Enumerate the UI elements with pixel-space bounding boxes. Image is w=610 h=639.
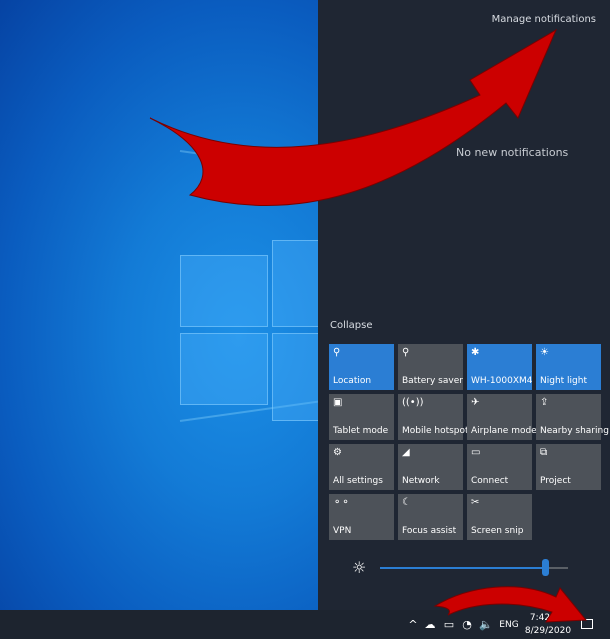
tablet-mode-icon: ▣ [333,397,343,408]
all-settings-icon: ⚙ [333,447,342,458]
tile-night-light[interactable]: ☀ Night light [536,344,601,390]
taskbar-clock[interactable]: 7:42 PM 8/29/2020 [524,612,572,638]
windows-logo-pane [180,333,268,405]
light-beam [179,150,318,175]
tile-screen-snip[interactable]: ✂ Screen snip [467,494,532,540]
manage-notifications-link[interactable]: Manage notifications [492,14,596,25]
brightness-icon: ☼ [352,558,367,577]
tile-network[interactable]: ◢ Network [398,444,463,490]
volume-icon[interactable]: 🔈 [478,610,494,639]
connect-icon: ▭ [471,447,481,458]
battery-icon[interactable]: ▭ [442,610,456,639]
windows-logo-pane [272,240,318,327]
tile-label: Night light [540,376,587,386]
brightness-slider[interactable] [380,559,568,576]
show-hidden-icons[interactable]: ^ [406,610,420,639]
battery-saver-icon: ⚲ [402,347,410,358]
tile-label: Focus assist [402,526,457,536]
mobile-hotspot-icon: ((•)) [402,397,424,408]
tile-label: All settings [333,476,383,486]
tile-label: Tablet mode [333,426,389,436]
tile-project[interactable]: ⧉ Project [536,444,601,490]
tile-label: WH-1000XM4 [471,376,533,386]
brightness-fill [380,567,545,569]
clock-date: 8/29/2020 [524,626,572,636]
tile-label: VPN [333,526,352,536]
tile-location[interactable]: ⚲ Location [329,344,394,390]
tile-connect[interactable]: ▭ Connect [467,444,532,490]
collapse-link[interactable]: Collapse [330,320,373,331]
tile-label: Mobile hotspot [402,426,469,436]
focus-assist-icon: ☾ [402,497,411,508]
location-icon: ⚲ [333,347,341,358]
onedrive-icon[interactable]: ☁ [422,610,438,639]
tile-label: Location [333,376,372,386]
wifi-icon[interactable]: ◔ [460,610,474,639]
taskbar: ^ ☁ ▭ ◔ 🔈 ENG 7:42 PM 8/29/2020 [0,610,610,639]
windows-logo-pane [272,333,318,421]
airplane-mode-icon: ✈ [471,397,480,408]
nearby-sharing-icon: ⇪ [540,397,549,408]
project-icon: ⧉ [540,447,548,458]
brightness-thumb[interactable] [542,559,549,576]
tile-vpn[interactable]: ⚬⚬ VPN [329,494,394,540]
tile-tablet-mode[interactable]: ▣ Tablet mode [329,394,394,440]
tile-label: Airplane mode [471,426,537,436]
tile-battery-saver[interactable]: ⚲ Battery saver [398,344,463,390]
quick-actions-grid: ⚲ Location ⚲ Battery saver ✱ WH-1000XM4 ☀ Night… [329,344,609,540]
no-notifications-text: No new notifications [456,146,569,159]
night-light-icon: ☀ [540,347,549,358]
tile-label: Screen snip [471,526,524,536]
tile-label: Battery saver [402,376,463,386]
network-icon: ◢ [402,447,410,458]
tile-mobile-hotspot[interactable]: ((•)) Mobile hotspot [398,394,469,440]
tile-focus-assist[interactable]: ☾ Focus assist [398,494,463,540]
screen-snip-icon: ✂ [471,497,480,508]
tile-airplane-mode[interactable]: ✈ Airplane mode [467,394,537,440]
vpn-icon: ⚬⚬ [333,497,350,508]
tile-all-settings[interactable]: ⚙ All settings [329,444,394,490]
tile-label: Network [402,476,440,486]
clock-time: 7:42 PM [529,613,567,623]
language-indicator[interactable]: ENG [496,610,522,639]
action-center-panel: Manage notifications No new notification… [318,0,610,610]
tile-label: Project [540,476,571,486]
wh-1000xm4-icon: ✱ [471,347,480,358]
tile-nearby-sharing[interactable]: ⇪ Nearby sharing [536,394,609,440]
tile-label: Connect [471,476,509,486]
tile-wh-1000xm4[interactable]: ✱ WH-1000XM4 [467,344,532,390]
notification-icon [581,619,593,629]
tile-label: Nearby sharing [540,426,609,436]
windows-logo-pane [180,255,268,327]
desktop-wallpaper [0,0,318,610]
action-center-button[interactable] [576,613,598,635]
